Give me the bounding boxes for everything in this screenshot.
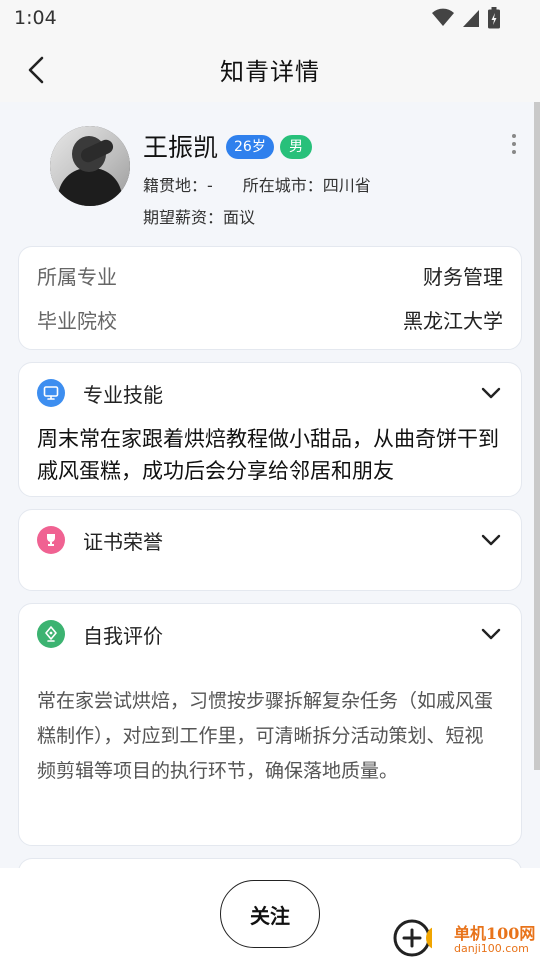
expected-salary: 期望薪资：面议 (143, 208, 256, 227)
back-button[interactable] (18, 52, 54, 88)
avatar[interactable] (50, 126, 130, 206)
monitor-icon (37, 379, 65, 407)
more-vertical-icon (512, 134, 516, 138)
status-icons (432, 7, 500, 29)
nav-bar: 知青详情 (0, 36, 540, 102)
user-name: 王振凯 (143, 133, 219, 162)
skills-header[interactable]: 专业技能 (37, 377, 503, 409)
battery-icon (488, 7, 500, 29)
pen-nib-icon (37, 620, 65, 648)
chevron-down-icon[interactable] (479, 622, 503, 646)
status-time: 1:04 (14, 7, 57, 29)
cell-signal-icon (463, 10, 479, 27)
watermark-brand: 单机100网 (454, 924, 536, 943)
follow-button[interactable]: 关注 (220, 880, 320, 948)
chevron-down-icon[interactable] (479, 528, 503, 552)
page-title: 知青详情 (220, 57, 320, 86)
scrollbar-thumb[interactable] (534, 102, 540, 770)
skills-title: 专业技能 (83, 382, 163, 407)
watermark-url: danji100.com (454, 942, 529, 955)
more-options-button[interactable] (508, 134, 520, 154)
scrollbar[interactable] (534, 102, 540, 770)
self-evaluation-header[interactable]: 自我评价 (37, 618, 503, 650)
major-value: 财务管理 (423, 264, 503, 289)
self-evaluation-title: 自我评价 (83, 623, 163, 648)
school-value: 黑龙江大学 (403, 308, 503, 333)
education-card: 所属专业 财务管理 毕业院校 黑龙江大学 (18, 246, 522, 350)
trophy-icon (37, 526, 65, 554)
profile-header: 王振凯 26岁 男 籍贯地：- 所在城市：四川省 期望薪资：面议 (50, 124, 520, 234)
certificates-title: 证书荣誉 (83, 529, 163, 554)
native-place: 籍贯地：- (143, 176, 213, 195)
skills-card: 专业技能 周末常在家跟着烘焙教程做小甜品，从曲奇饼干到戚风蛋糕，成功后会分享给邻… (18, 362, 522, 497)
school-label: 毕业院校 (37, 308, 117, 333)
certificates-header[interactable]: 证书荣誉 (37, 524, 503, 556)
certificates-card: 证书荣誉 (18, 509, 522, 591)
gender-badge: 男 (280, 135, 312, 159)
watermark: 单机100网 danji100.com (392, 916, 538, 960)
wifi-icon (432, 8, 454, 26)
status-bar: 1:04 (0, 0, 540, 36)
skills-content: 周末常在家跟着烘焙教程做小甜品，从曲奇饼干到戚风蛋糕，成功后会分享给邻居和朋友 (37, 427, 499, 483)
chevron-left-icon (28, 56, 44, 84)
school-row: 毕业院校 黑龙江大学 (37, 299, 503, 339)
self-evaluation-card: 自我评价 常在家尝试烘焙，习惯按步骤拆解复杂任务（如戚风蛋糕制作），对应到工作里… (18, 603, 522, 846)
profile-location-line: 籍贯地：- 所在城市：四川省 (143, 172, 371, 196)
current-city: 所在城市：四川省 (242, 176, 371, 195)
major-row: 所属专业 财务管理 (37, 255, 503, 295)
age-badge: 26岁 (226, 135, 274, 159)
watermark-logo-icon (393, 919, 432, 957)
chevron-down-icon[interactable] (479, 381, 503, 405)
major-label: 所属专业 (37, 264, 117, 289)
self-evaluation-content: 常在家尝试烘焙，习惯按步骤拆解复杂任务（如戚风蛋糕制作），对应到工作里，可清晰拆… (37, 690, 494, 782)
